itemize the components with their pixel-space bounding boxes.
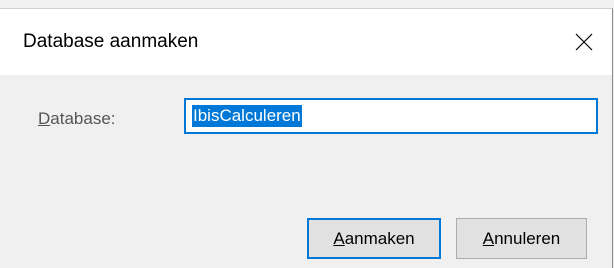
create-button[interactable]: Aanmaken [307, 218, 441, 259]
create-button-label: Aanmaken [333, 229, 414, 249]
create-database-dialog: Database aanmaken Database: IbisCalculer… [0, 8, 613, 268]
close-icon [575, 33, 593, 51]
database-name-value: IbisCalculeren [192, 105, 302, 127]
database-name-input[interactable]: IbisCalculeren [184, 98, 598, 134]
background-text-fragment: ▁▁▁ ▁▁ ▁▁▁▁▁ ▁▁▁▁▁ [60, 0, 290, 7]
cancel-button-accelerator: A [482, 228, 495, 248]
cancel-button-text: nnuleren [494, 228, 561, 248]
dialog-title: Database aanmaken [23, 31, 199, 52]
close-button[interactable] [556, 9, 612, 75]
database-label: Database: [38, 109, 116, 129]
database-label-text: atabase: [50, 109, 116, 128]
database-label-accelerator: D [38, 109, 51, 128]
create-button-accelerator: A [333, 228, 345, 248]
cancel-button-label: Annuleren [483, 229, 561, 249]
dialog-titlebar: Database aanmaken [0, 9, 612, 75]
cancel-button[interactable]: Annuleren [456, 218, 587, 259]
create-button-text: anmaken [344, 228, 415, 248]
